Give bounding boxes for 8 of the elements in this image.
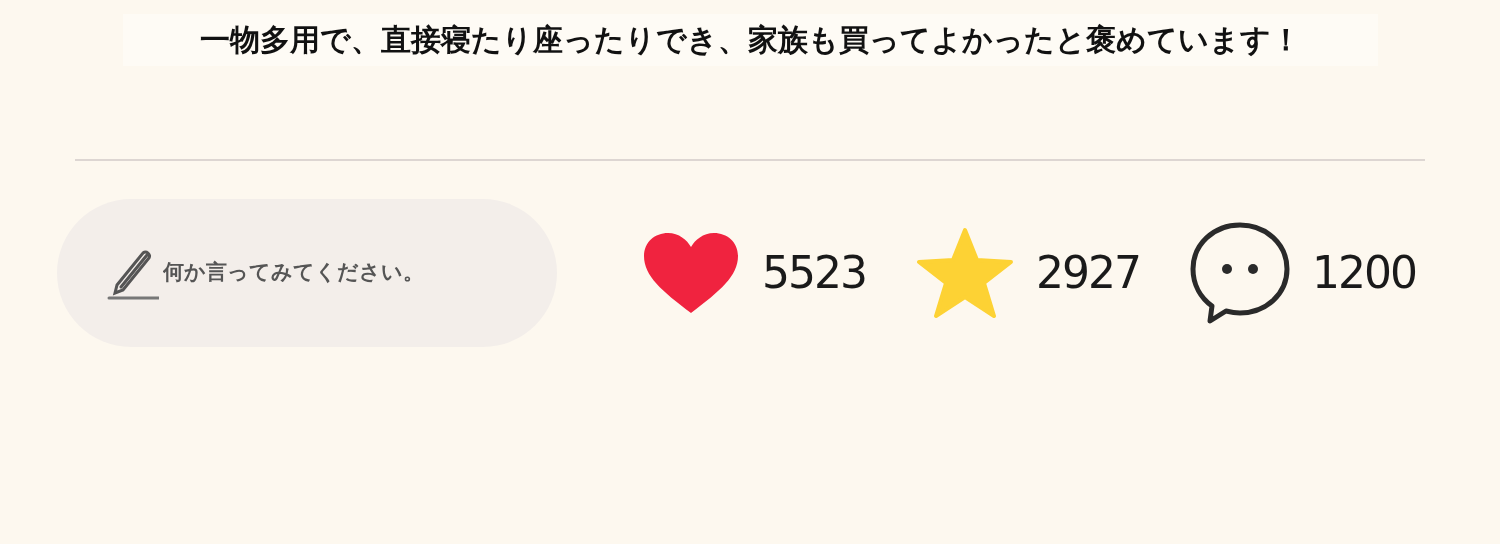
favorite-count: 2927	[1036, 246, 1140, 300]
like-count: 5523	[762, 246, 866, 300]
comment-count: 1200	[1311, 246, 1416, 300]
star-icon[interactable]	[916, 227, 1014, 319]
headline: 一物多用で、直接寝たり座ったりでき、家族も買ってよかったと褒めています！	[199, 21, 1301, 59]
comment-input[interactable]: 何か言ってみてください。	[163, 257, 523, 289]
speech-bubble-icon[interactable]	[1189, 222, 1290, 324]
heart-icon[interactable]	[642, 231, 740, 315]
